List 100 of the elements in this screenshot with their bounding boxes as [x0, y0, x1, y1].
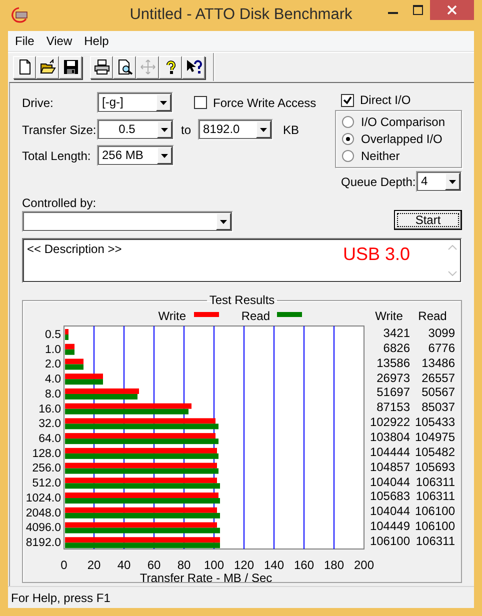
- radio-button[interactable]: [342, 132, 354, 144]
- field-label: Transfer Size:: [22, 122, 97, 136]
- print-preview-icon: [116, 59, 132, 75]
- category-label: 8.0: [45, 388, 61, 400]
- menu-item[interactable]: View: [40, 34, 78, 48]
- toolbar-button[interactable]: [90, 56, 113, 78]
- tick-label: 180: [324, 558, 344, 572]
- legend-label: Write: [158, 309, 186, 323]
- check-icon: [343, 96, 352, 104]
- scroll-down-icon: [448, 271, 457, 276]
- radio-label: Neither: [361, 148, 400, 162]
- table-cell-text: 3099: [427, 326, 455, 341]
- new-document-icon: [16, 59, 32, 75]
- field-label: to: [181, 122, 192, 136]
- queue-depth-dropdown[interactable]: 4: [416, 171, 462, 192]
- table-cell-text: 3421: [382, 326, 410, 341]
- toolbar-button[interactable]: [159, 56, 182, 78]
- table-cell-text: 50567: [420, 385, 455, 400]
- table-cell-text: 105482: [414, 444, 455, 460]
- table-cell-text: 26973: [376, 370, 410, 386]
- printer-icon: [94, 59, 110, 75]
- category-label: 1024.0: [26, 492, 61, 504]
- toolbar-button[interactable]: [182, 56, 205, 78]
- table-cell-text: 106100: [414, 519, 455, 534]
- tick-label: 60: [147, 558, 161, 572]
- table-cell-text: 104044: [368, 474, 410, 490]
- category-label: 8192.0: [26, 537, 61, 550]
- menu-item[interactable]: File: [9, 34, 40, 48]
- column-header: Read: [417, 308, 448, 325]
- open-folder-icon: [40, 59, 56, 75]
- unit-label: KB: [283, 122, 300, 136]
- toolbar-button[interactable]: [36, 56, 59, 78]
- tick-label: 40: [117, 558, 131, 572]
- radio-button[interactable]: [342, 116, 354, 128]
- category-label: 4096.0: [26, 522, 61, 534]
- drive-dropdown[interactable]: [-g-]: [97, 92, 173, 113]
- table-cell-text: 105433: [414, 415, 455, 430]
- table-cell-text: 51697: [376, 385, 410, 400]
- controlled-by-dropdown[interactable]: [22, 211, 233, 232]
- read-bar: [65, 364, 84, 370]
- table-cell-text: 6826: [382, 340, 410, 356]
- table-cell-text: 105683: [368, 489, 410, 504]
- category-label: 128.0: [32, 448, 61, 460]
- caret-icon: [220, 220, 227, 224]
- tick-label: 100: [204, 558, 224, 572]
- category-label: 32.0: [38, 418, 61, 430]
- menu-item[interactable]: Help: [78, 34, 115, 48]
- table-cell-text: 104857: [368, 460, 410, 475]
- total-length-dropdown[interactable]: 256 MB: [97, 145, 174, 166]
- table-cell-text: 104044: [368, 504, 410, 520]
- category-label: 16.0: [38, 403, 61, 416]
- tick-label: 80: [177, 558, 191, 572]
- write-bar: [65, 358, 84, 364]
- radio-label: I/O Comparison: [361, 114, 446, 128]
- category-label: 256.0: [32, 462, 61, 475]
- close-button[interactable]: [430, 0, 474, 20]
- toolbar-button[interactable]: [13, 56, 36, 78]
- table-cell-text: 26557: [420, 370, 455, 386]
- caret-icon: [161, 128, 168, 132]
- table-cell-text: 13586: [376, 356, 410, 371]
- transfer-from-dropdown[interactable]: 0.5: [97, 119, 174, 140]
- table-cell-text: 13486: [420, 356, 455, 371]
- description-box[interactable]: << Description >> USB 3.0: [22, 238, 462, 283]
- radio-button[interactable]: [342, 150, 354, 162]
- table-cell-text: 105693: [414, 460, 455, 475]
- checkbox-label: Force Write Access: [213, 96, 316, 110]
- pointer-help-icon: [186, 59, 202, 75]
- read-bar: [65, 334, 68, 340]
- description-text: << Description >>: [27, 242, 122, 258]
- field-label: Drive:: [22, 96, 54, 110]
- legend-label: Read: [241, 309, 270, 323]
- category-label: 512.0: [32, 478, 61, 490]
- maximize-icon: [413, 5, 423, 15]
- category-label: 4.0: [45, 374, 61, 386]
- toolbar-button[interactable]: [59, 56, 82, 78]
- close-icon: [447, 5, 457, 15]
- category-label: 2.0: [45, 358, 61, 371]
- move-arrows-icon: [140, 59, 156, 75]
- scroll-up-icon: [448, 245, 457, 250]
- field-label: Queue Depth:: [341, 174, 416, 188]
- table-cell-text: 85037: [420, 400, 455, 416]
- field-label: Total Length:: [22, 148, 92, 162]
- tick-label: 0: [60, 558, 68, 572]
- table-cell-text: 104449: [368, 519, 410, 534]
- transfer-to-dropdown[interactable]: 8192.0: [198, 119, 274, 140]
- tick-label: 200: [354, 558, 374, 572]
- minimize-icon: [388, 12, 398, 14]
- toolbar-button[interactable]: [113, 56, 136, 78]
- category-label: 0.5: [45, 328, 61, 341]
- read-bar: [65, 349, 74, 355]
- table-cell-text: 102922: [368, 415, 410, 430]
- table-cell-text: 106311: [414, 474, 455, 490]
- force-write-checkbox[interactable]: [194, 96, 207, 109]
- start-button[interactable]: Start: [394, 210, 462, 230]
- category-label: 64.0: [38, 433, 61, 445]
- read-bar: [65, 379, 103, 385]
- column-header: Write: [374, 308, 404, 325]
- window-title: Untitled - ATTO Disk Benchmark: [130, 5, 352, 25]
- field-label: Controlled by:: [22, 196, 98, 210]
- direct-io-checkbox[interactable]: [341, 94, 354, 106]
